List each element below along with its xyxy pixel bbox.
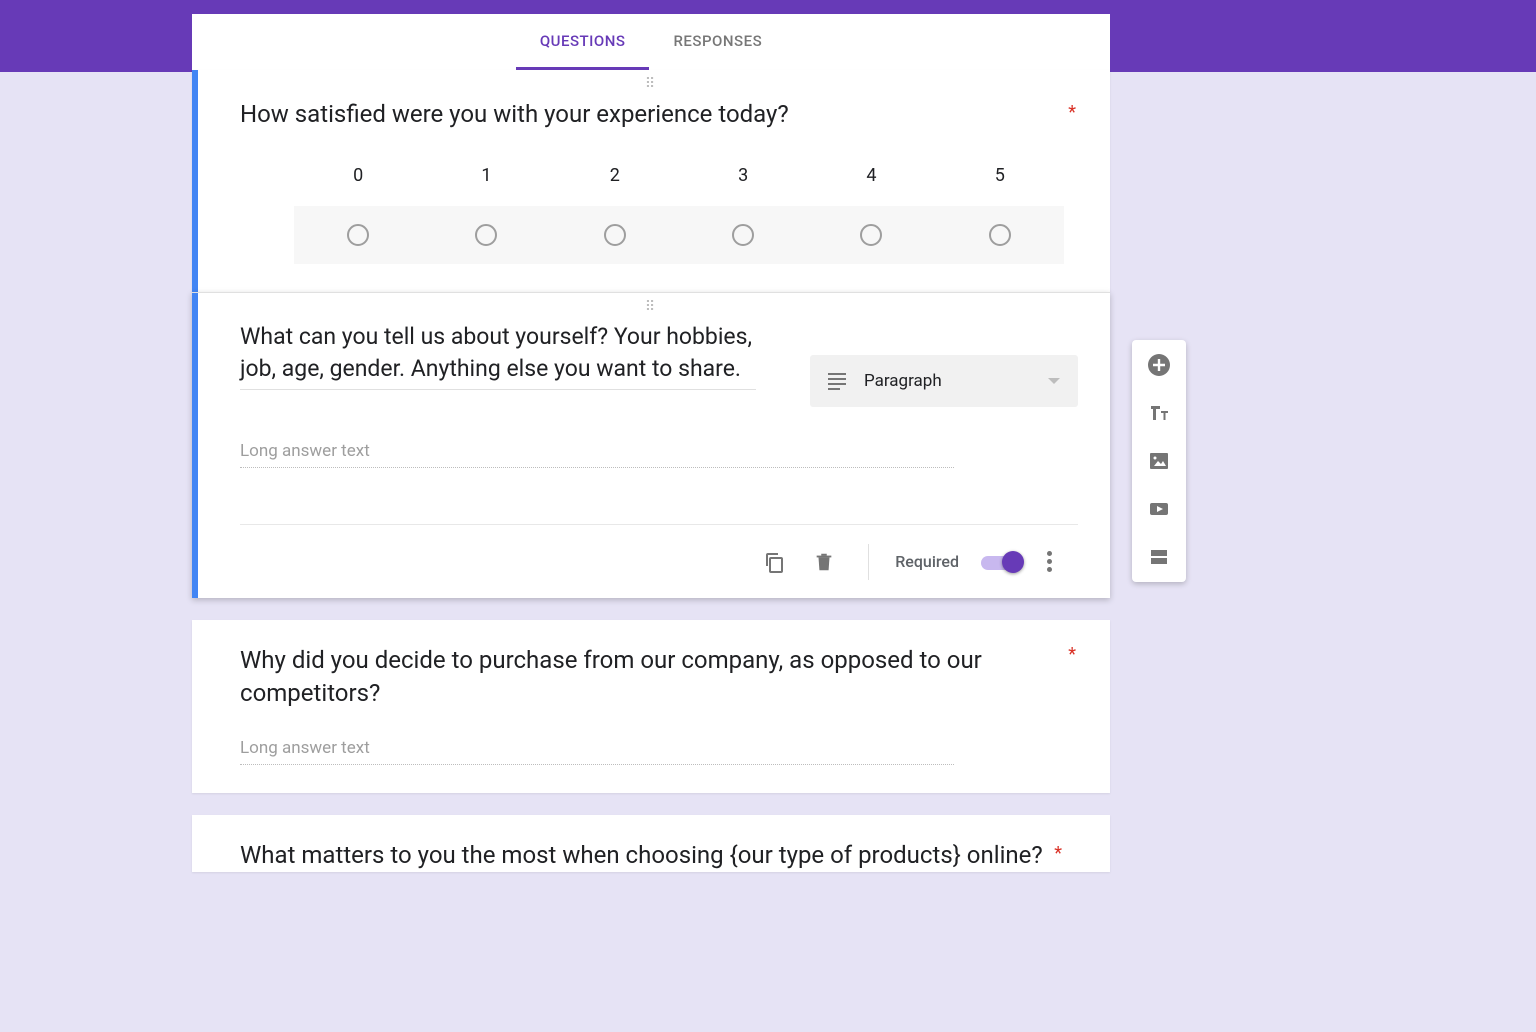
add-question-button[interactable] — [1146, 352, 1172, 378]
floating-toolbar — [1132, 340, 1186, 582]
required-star: * — [1054, 843, 1062, 864]
add-video-button[interactable] — [1146, 496, 1172, 522]
scale-radio[interactable] — [989, 224, 1011, 246]
scale-radio[interactable] — [475, 224, 497, 246]
scale-label: 0 — [353, 165, 363, 186]
linear-scale: 0 1 2 3 4 5 — [294, 165, 1064, 264]
more-options-button[interactable] — [1043, 547, 1056, 576]
scale-label: 3 — [738, 165, 748, 186]
scale-label: 1 — [481, 165, 491, 186]
tabs: QUESTIONS RESPONSES — [192, 14, 1110, 70]
question-card-paragraph-editing[interactable]: ⠿ What can you tell us about yourself? Y… — [192, 292, 1110, 598]
tab-responses[interactable]: RESPONSES — [649, 14, 786, 70]
required-star: * — [1068, 644, 1076, 665]
question-card-paragraph[interactable]: What matters to you the most when choosi… — [192, 815, 1110, 872]
question-type-dropdown[interactable]: Paragraph — [810, 355, 1078, 407]
add-title-button[interactable] — [1146, 400, 1172, 426]
add-section-button[interactable] — [1146, 544, 1172, 570]
question-text: What matters to you the most when choosi… — [240, 839, 1048, 872]
tab-questions[interactable]: QUESTIONS — [516, 14, 650, 70]
divider — [868, 544, 869, 580]
delete-button[interactable] — [810, 548, 838, 576]
paragraph-icon — [828, 373, 846, 390]
question-card-paragraph[interactable]: * Why did you decide to purchase from ou… — [192, 620, 1110, 793]
question-type-label: Paragraph — [864, 371, 1048, 391]
answer-placeholder: Long answer text — [240, 441, 954, 468]
scale-label: 2 — [610, 165, 620, 186]
scale-radio[interactable] — [860, 224, 882, 246]
add-image-button[interactable] — [1146, 448, 1172, 474]
chevron-down-icon — [1048, 378, 1060, 384]
question-text-input[interactable]: What can you tell us about yourself? You… — [240, 321, 756, 390]
scale-label: 5 — [995, 165, 1005, 186]
question-action-bar: Required — [240, 524, 1078, 598]
selection-indicator — [192, 293, 198, 598]
scale-radio[interactable] — [347, 224, 369, 246]
required-star: * — [1068, 102, 1076, 123]
drag-handle-icon[interactable]: ⠿ — [192, 70, 1110, 98]
required-label: Required — [895, 552, 959, 571]
question-card-scale[interactable]: ⠿ * How satisfied were you with your exp… — [192, 70, 1110, 292]
scale-radio[interactable] — [732, 224, 754, 246]
scale-label: 4 — [866, 165, 876, 186]
required-toggle[interactable] — [981, 551, 1021, 573]
question-text: Why did you decide to purchase from our … — [240, 644, 1062, 710]
selection-indicator — [192, 70, 198, 292]
drag-handle-icon[interactable]: ⠿ — [192, 293, 1110, 321]
scale-radio[interactable] — [604, 224, 626, 246]
duplicate-button[interactable] — [760, 548, 788, 576]
form-editor: QUESTIONS RESPONSES ⠿ * How satisfied we… — [192, 14, 1110, 872]
question-text: How satisfied were you with your experie… — [240, 98, 1062, 131]
answer-placeholder: Long answer text — [240, 738, 954, 765]
